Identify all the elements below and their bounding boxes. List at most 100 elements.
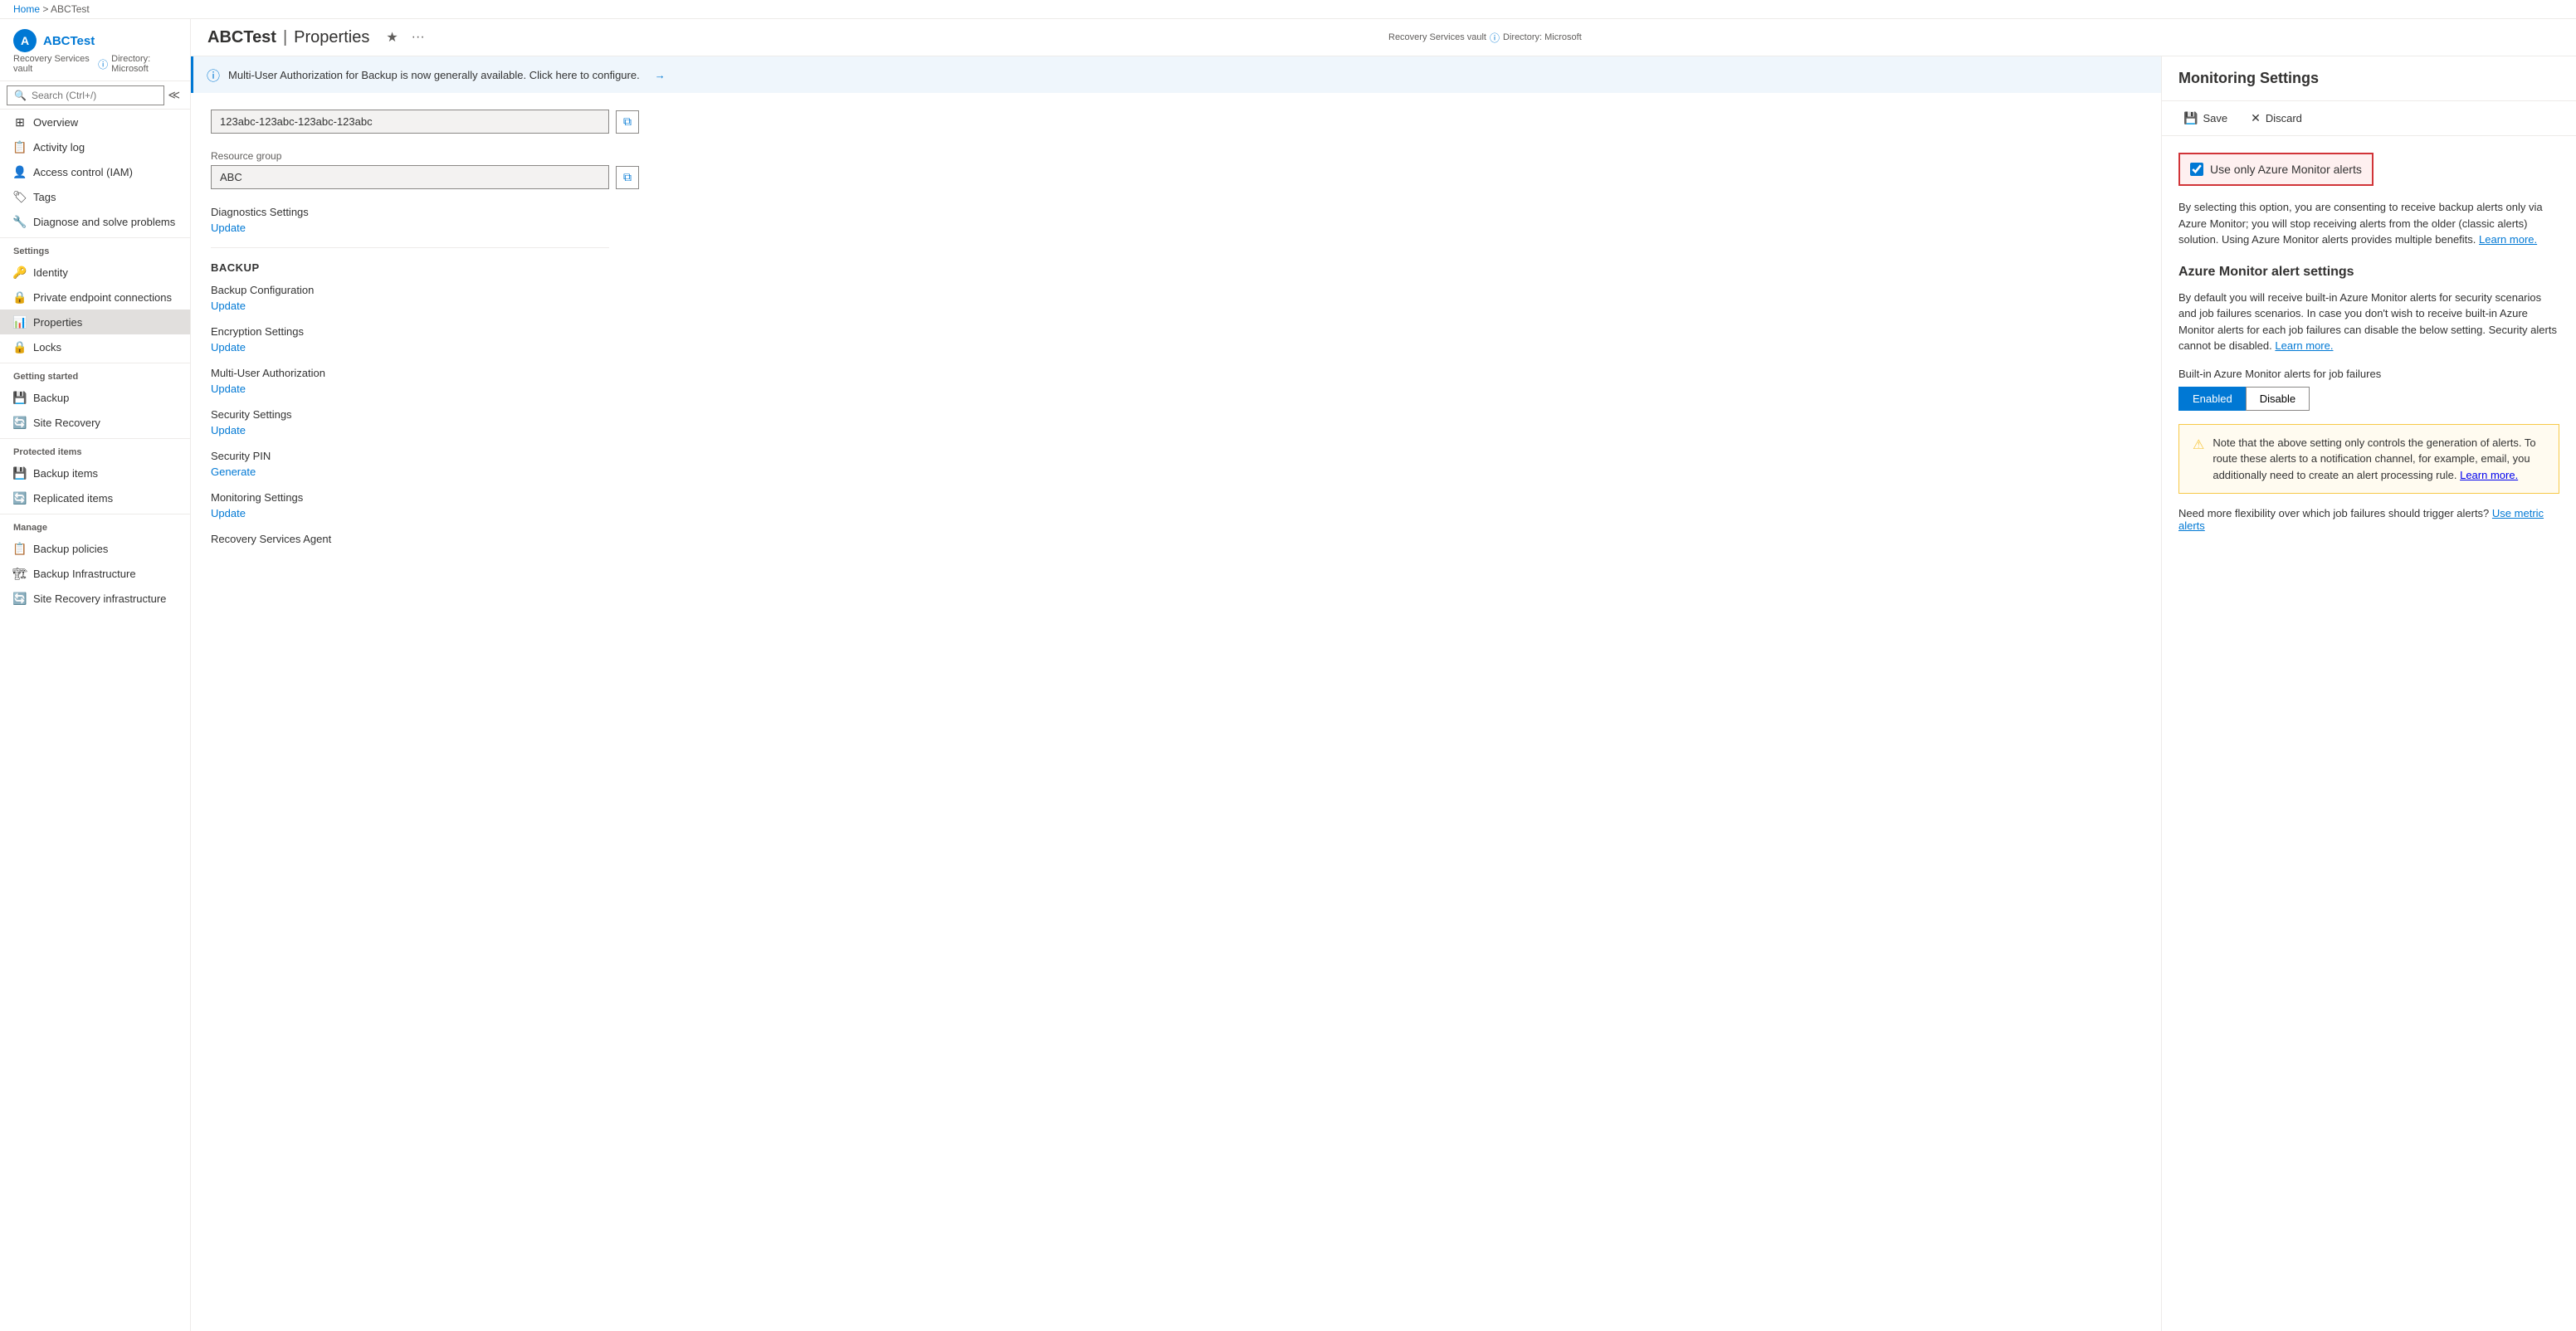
security-pin-config-item: Security PIN Generate (211, 450, 2141, 478)
sidebar-item-label: Locks (33, 341, 61, 353)
flexibility-text: Need more flexibility over which job fai… (2178, 507, 2559, 532)
header-info-icon: ⓘ (1490, 31, 1500, 45)
recovery-agent-label: Recovery Services Agent (211, 533, 2141, 545)
sidebar-item-tags[interactable]: 🏷 Tags (0, 184, 190, 209)
backup-section-title: BACKUP (211, 261, 2141, 274)
resource-group-copy-button[interactable]: ⧉ (616, 166, 639, 189)
monitoring-update-link[interactable]: Update (211, 507, 246, 519)
monitoring-toolbar: 💾 Save ✕ Discard (2162, 101, 2576, 136)
sidebar-item-label: Tags (33, 191, 56, 203)
backup-config-label: Backup Configuration (211, 284, 2141, 296)
warning-icon: ⚠ (2193, 436, 2204, 484)
security-settings-config-item: Security Settings Update (211, 408, 2141, 436)
sidebar-item-locks[interactable]: 🔒 Locks (0, 334, 190, 359)
activity-log-icon: 📋 (13, 140, 27, 154)
backup-infra-icon: 🏗 (13, 567, 27, 580)
sidebar-item-overview[interactable]: ⊞ Overview (0, 110, 190, 134)
resource-group-label: Resource group (211, 150, 2141, 162)
sidebar-item-label: Overview (33, 116, 78, 129)
private-endpoint-icon: 🔒 (13, 290, 27, 304)
getting-started-section-label: Getting started (0, 363, 190, 385)
content-area: ABCTest | Properties ★ ··· Recovery Serv… (191, 19, 2576, 1331)
sidebar-item-backup-infrastructure[interactable]: 🏗 Backup Infrastructure (0, 561, 190, 586)
diagnostics-config-item: Diagnostics Settings Update (211, 206, 2141, 234)
monitoring-header: Monitoring Settings (2162, 56, 2576, 101)
sidebar-item-activity-log[interactable]: 📋 Activity log (0, 134, 190, 159)
sidebar-item-site-recovery-infra[interactable]: 🔄 Site Recovery infrastructure (0, 586, 190, 611)
search-box[interactable]: 🔍 (7, 85, 164, 105)
main-content: ⓘ Multi-User Authorization for Backup is… (191, 56, 2576, 1331)
page-header: ABCTest | Properties ★ ··· Recovery Serv… (191, 19, 2576, 56)
learn-more-2-link[interactable]: Learn more. (2275, 339, 2333, 352)
access-control-icon: 👤 (13, 165, 27, 178)
page-title: Properties (294, 28, 369, 47)
sidebar-item-label: Identity (33, 266, 68, 279)
warning-box: ⚠ Note that the above setting only contr… (2178, 424, 2559, 495)
monitoring-panel: Monitoring Settings 💾 Save ✕ Discard (2161, 56, 2576, 1331)
save-icon: 💾 (2183, 111, 2198, 125)
monitoring-title: Monitoring Settings (2178, 70, 2559, 87)
backup-nav-icon: 💾 (13, 391, 27, 404)
sidebar-item-identity[interactable]: 🔑 Identity (0, 260, 190, 285)
replicated-items-icon: 🔄 (13, 491, 27, 505)
breadcrumb-home[interactable]: Home (13, 3, 40, 15)
backup-items-icon: 💾 (13, 466, 27, 480)
security-settings-update-link[interactable]: Update (211, 424, 246, 436)
multi-user-label: Multi-User Authorization (211, 367, 2141, 379)
azure-monitor-checkbox-container[interactable]: Use only Azure Monitor alerts (2178, 153, 2374, 186)
recovery-agent-config-item: Recovery Services Agent (211, 533, 2141, 545)
sidebar-item-label: Backup (33, 392, 69, 404)
banner-message: Multi-User Authorization for Backup is n… (228, 69, 640, 81)
alert-description: By default you will receive built-in Azu… (2178, 290, 2559, 354)
resource-icon: A (13, 29, 37, 52)
azure-monitor-checkbox[interactable] (2190, 163, 2203, 176)
site-recovery-icon: 🔄 (13, 416, 27, 429)
sidebar-item-label: Replicated items (33, 492, 113, 505)
enabled-toggle-button[interactable]: Enabled (2178, 387, 2246, 411)
page-resource-name: ABCTest (207, 28, 276, 47)
diagnose-icon: 🔧 (13, 215, 27, 228)
encryption-update-link[interactable]: Update (211, 341, 246, 353)
sidebar-item-replicated-items[interactable]: 🔄 Replicated items (0, 485, 190, 510)
search-input[interactable] (32, 90, 157, 101)
sidebar: A ABCTest Recovery Services vault ⓘ Dire… (0, 19, 191, 1331)
header-directory: Directory: Microsoft (1503, 32, 1582, 42)
save-button[interactable]: 💾 Save (2178, 108, 2232, 129)
info-banner[interactable]: ⓘ Multi-User Authorization for Backup is… (191, 56, 2161, 93)
sidebar-item-private-endpoint[interactable]: 🔒 Private endpoint connections (0, 285, 190, 310)
discard-button[interactable]: ✕ Discard (2246, 108, 2307, 129)
built-in-alerts-setting: Built-in Azure Monitor alerts for job fa… (2178, 368, 2559, 411)
sidebar-item-label: Activity log (33, 141, 85, 154)
search-icon: 🔍 (14, 90, 27, 101)
disable-toggle-button[interactable]: Disable (2246, 387, 2310, 411)
collapse-button[interactable]: ≪ (164, 85, 183, 105)
sidebar-item-site-recovery[interactable]: 🔄 Site Recovery (0, 410, 190, 435)
sidebar-item-backup[interactable]: 💾 Backup (0, 385, 190, 410)
security-pin-label: Security PIN (211, 450, 2141, 462)
learn-more-1-link[interactable]: Learn more. (2479, 233, 2537, 246)
backup-config-item: Backup Configuration Update (211, 284, 2141, 312)
sidebar-resource-type: Recovery Services vault (13, 54, 95, 74)
sidebar-item-label: Backup items (33, 467, 98, 480)
azure-monitor-checkbox-label: Use only Azure Monitor alerts (2210, 163, 2362, 176)
sidebar-item-diagnose[interactable]: 🔧 Diagnose and solve problems (0, 209, 190, 234)
diagnostics-update-link[interactable]: Update (211, 222, 246, 234)
sidebar-item-properties[interactable]: 📊 Properties (0, 310, 190, 334)
breadcrumb-current: ABCTest (51, 3, 90, 15)
site-recovery-infra-icon: 🔄 (13, 592, 27, 605)
sidebar-item-backup-items[interactable]: 💾 Backup items (0, 461, 190, 485)
more-options-icon[interactable]: ··· (408, 28, 428, 46)
subscription-id-copy-button[interactable]: ⧉ (616, 110, 639, 134)
multi-user-update-link[interactable]: Update (211, 383, 246, 395)
sidebar-item-backup-policies[interactable]: 📋 Backup policies (0, 536, 190, 561)
sidebar-item-access-control[interactable]: 👤 Access control (IAM) (0, 159, 190, 184)
security-pin-generate-link[interactable]: Generate (211, 466, 256, 478)
backup-config-update-link[interactable]: Update (211, 300, 246, 312)
multi-user-config-item: Multi-User Authorization Update (211, 367, 2141, 395)
sidebar-item-label: Private endpoint connections (33, 291, 172, 304)
sidebar-item-label: Site Recovery infrastructure (33, 592, 166, 605)
resource-group-field-group: Resource group ABC ⧉ (211, 150, 2141, 189)
properties-content: 123abc-123abc-123abc-123abc ⧉ Resource g… (191, 93, 2161, 575)
favorite-icon[interactable]: ★ (383, 27, 401, 47)
learn-more-3-link[interactable]: Learn more. (2460, 469, 2518, 481)
